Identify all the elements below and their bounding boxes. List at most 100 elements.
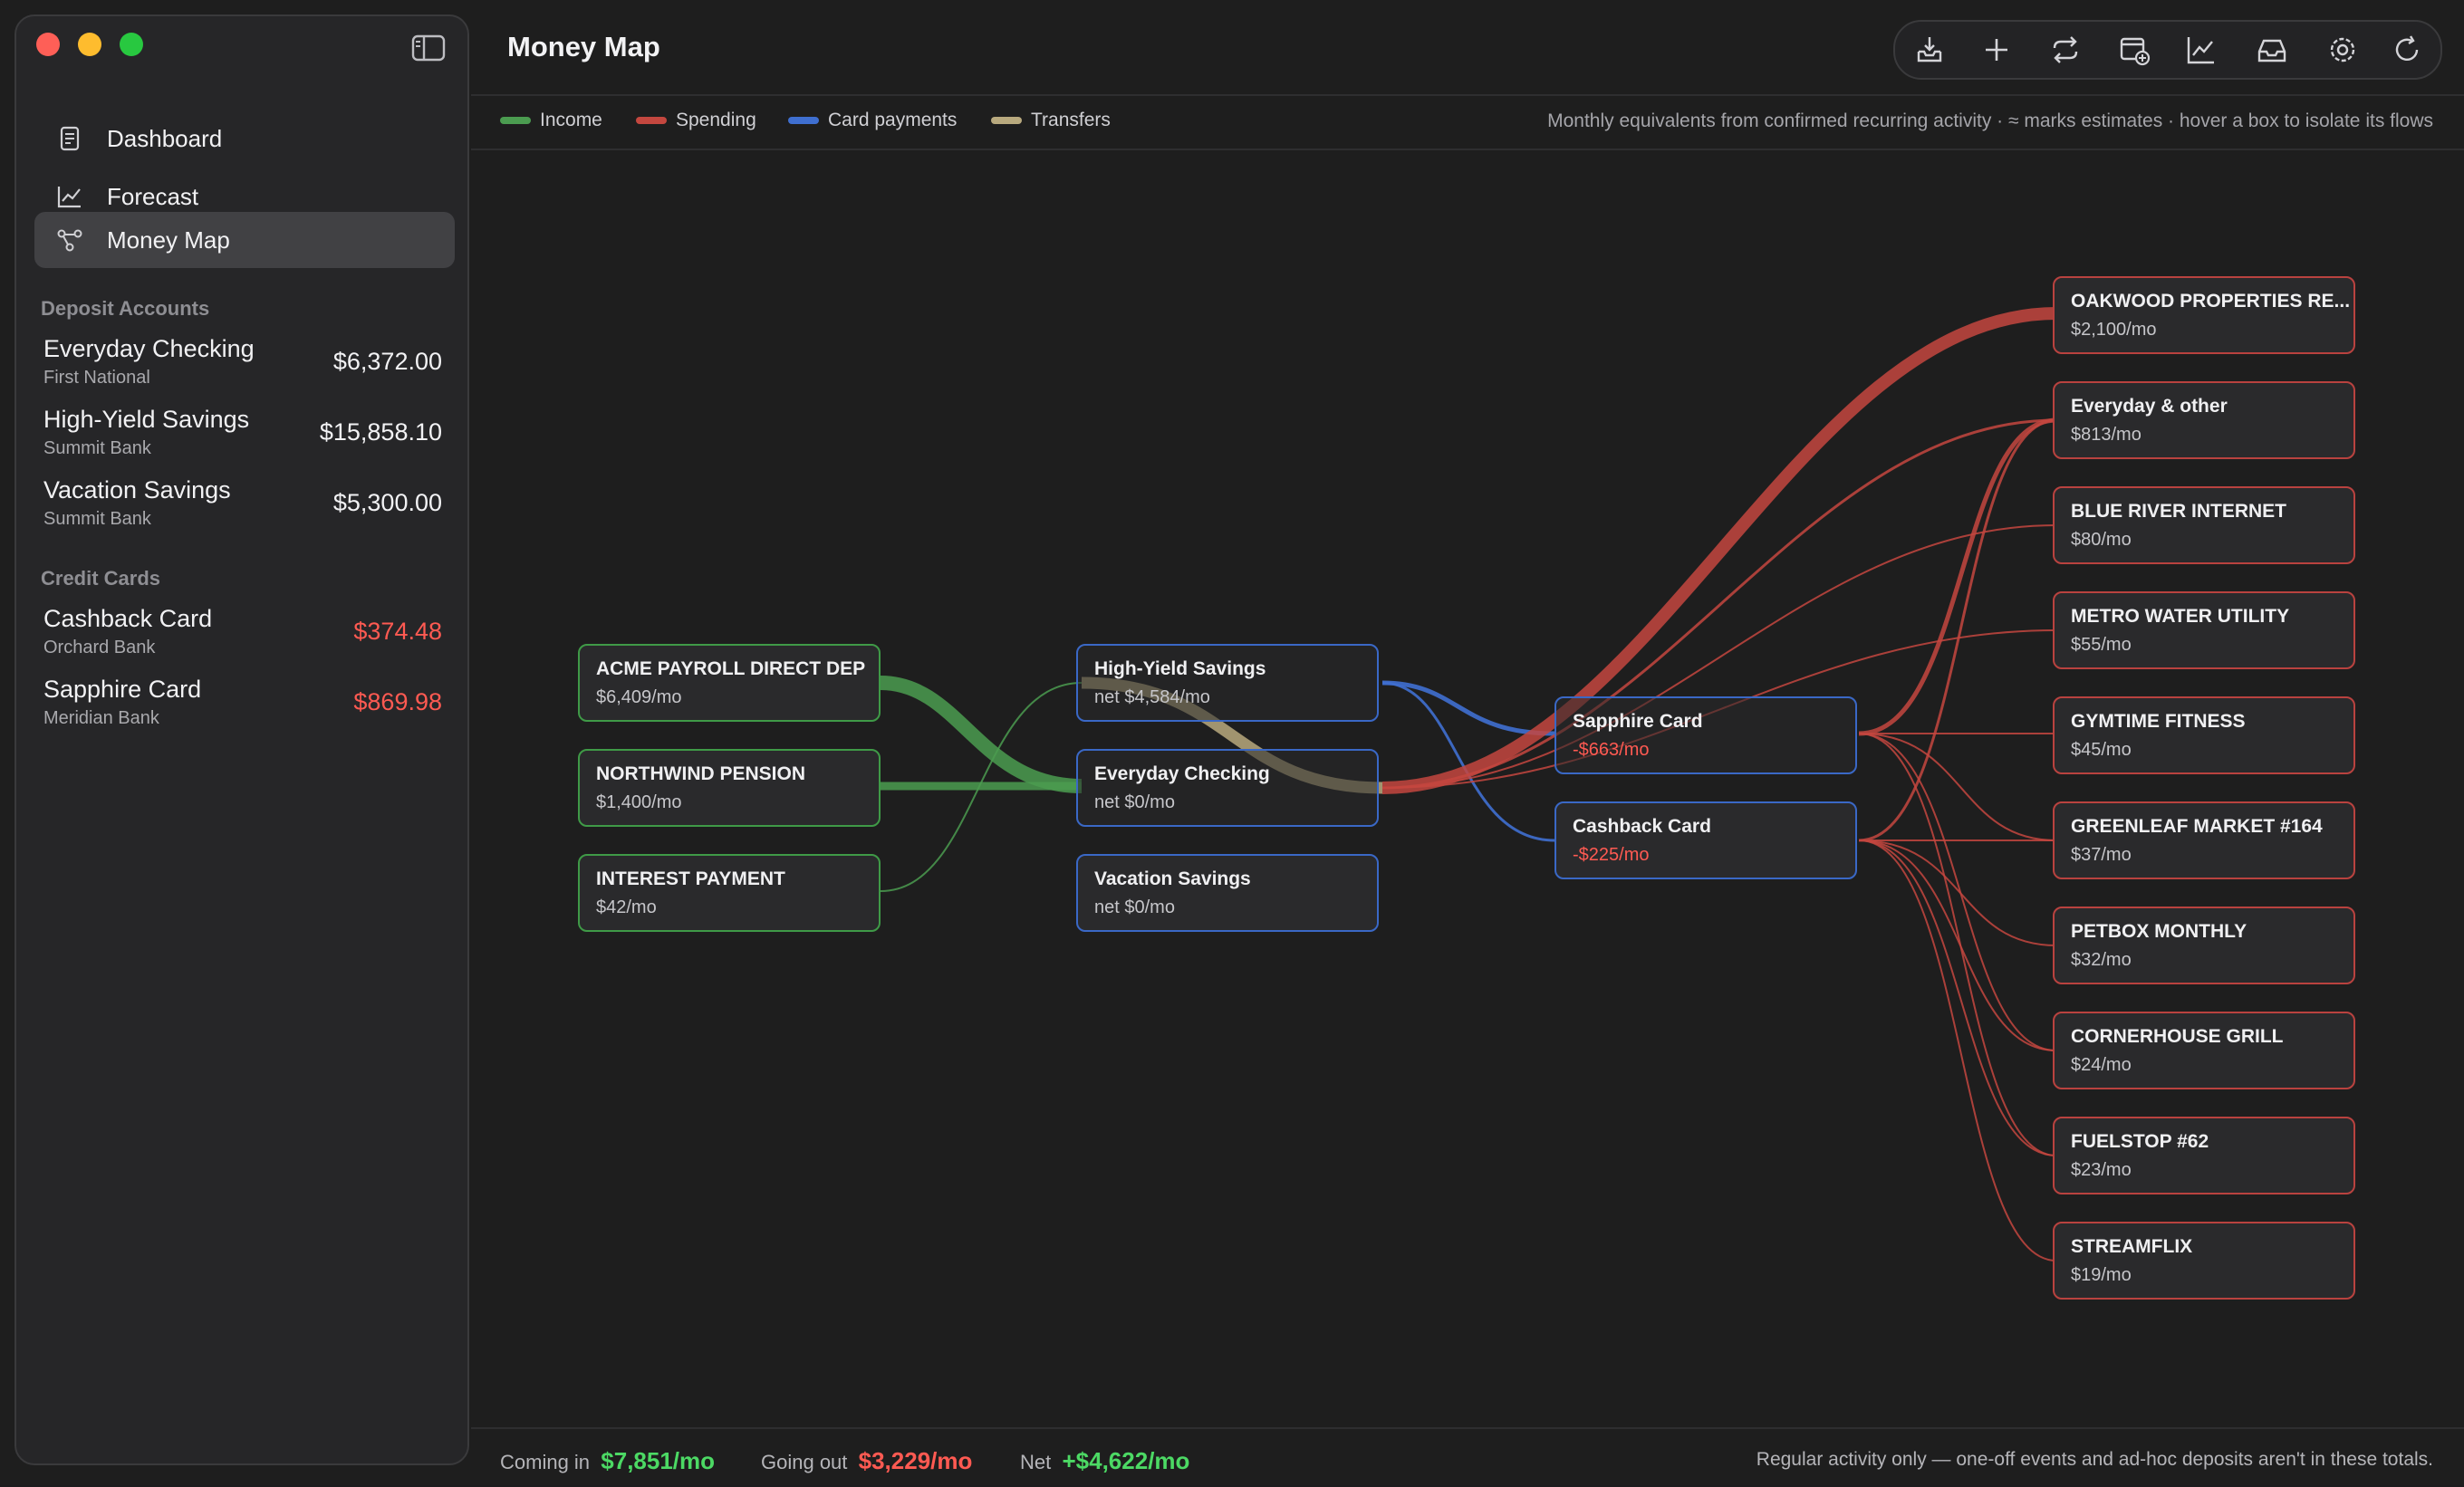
node-title: Everyday & other [2071, 396, 2228, 417]
income-node-northwind[interactable]: NORTHWIND PENSION $1,400/mo [578, 749, 881, 827]
account-sapphire-card[interactable]: Sapphire Card Meridian Bank $869.98 [43, 676, 442, 739]
node-value: $55/mo [2071, 635, 2132, 655]
account-institution: First National [43, 368, 150, 388]
node-title: STREAMFLIX [2071, 1236, 2193, 1257]
title-bar: Money Map [471, 0, 2464, 96]
flow-cashback-to-streamflix [1858, 839, 2057, 1262]
credit-cards-header: Credit Cards [41, 567, 161, 590]
node-value: net $0/mo [1094, 897, 1175, 917]
node-value: $6,409/mo [596, 687, 682, 707]
sidebar-toggle-icon[interactable] [411, 34, 446, 62]
node-value: net $0/mo [1094, 792, 1175, 812]
flow-sapphire-to-corner [1858, 733, 2057, 1051]
account-name: Vacation Savings [43, 476, 231, 504]
node-value: $80/mo [2071, 530, 2132, 550]
sidebar: Dashboard Forecast Money Map Deposit Acc… [14, 14, 469, 1465]
node-title: ACME PAYROLL DIRECT DEP [596, 658, 866, 679]
account-institution: Summit Bank [43, 509, 151, 529]
account-node-high-yield-savings[interactable]: High-Yield Savings net $4,584/mo [1076, 644, 1379, 722]
flow-sapphire-to-fuel [1858, 733, 2057, 1156]
account-node-vacation-savings[interactable]: Vacation Savings net $0/mo [1076, 854, 1379, 932]
trend-icon[interactable] [2185, 34, 2218, 66]
node-title: Everyday Checking [1094, 763, 1270, 784]
deposit-accounts-header: Deposit Accounts [41, 297, 210, 320]
node-title: OAKWOOD PROPERTIES RE... [2071, 291, 2351, 312]
node-value: $45/mo [2071, 740, 2132, 760]
legend-income: Income [500, 110, 602, 131]
income-node-acme[interactable]: ACME PAYROLL DIRECT DEP $6,409/mo [578, 644, 881, 722]
legend-transfers: Transfers [991, 110, 1111, 131]
payee-node-everyday-other[interactable]: Everyday & other $813/mo [2053, 381, 2355, 459]
node-value: -$663/mo [1573, 740, 1650, 760]
card-node-cashback[interactable]: Cashback Card -$225/mo [1554, 801, 1857, 879]
calendar-add-icon[interactable] [2118, 34, 2151, 66]
node-title: CORNERHOUSE GRILL [2071, 1026, 2284, 1047]
account-node-everyday-checking[interactable]: Everyday Checking net $0/mo [1076, 749, 1379, 827]
minimize-window-button[interactable] [78, 33, 101, 56]
totals-footer: Coming in $7,851/mo Going out $3,229/mo … [471, 1427, 2464, 1487]
account-balance: $374.48 [353, 618, 442, 645]
close-window-button[interactable] [36, 33, 60, 56]
income-node-interest[interactable]: INTEREST PAYMENT $42/mo [578, 854, 881, 932]
account-name: Sapphire Card [43, 676, 202, 703]
account-institution: Orchard Bank [43, 638, 156, 657]
account-institution: Summit Bank [43, 438, 151, 458]
node-value: $32/mo [2071, 950, 2132, 970]
sidebar-item-label: Dashboard [107, 124, 223, 152]
refresh-icon[interactable] [2392, 34, 2424, 66]
node-title: PETBOX MONTHLY [2071, 921, 2247, 942]
payee-node-petbox[interactable]: PETBOX MONTHLY $32/mo [2053, 907, 2355, 984]
flow-cashback-to-fuel [1858, 839, 2057, 1156]
payee-node-oakwood[interactable]: OAKWOOD PROPERTIES RE... $2,100/mo [2053, 276, 2355, 354]
flow-sapphire-to-greenleaf [1858, 733, 2057, 841]
sidebar-item-money-map[interactable]: Money Map [34, 212, 455, 268]
inbox-icon[interactable] [2256, 34, 2288, 66]
account-cashback-card[interactable]: Cashback Card Orchard Bank $374.48 [43, 605, 442, 668]
account-name: High-Yield Savings [43, 406, 250, 433]
node-value: $42/mo [596, 897, 657, 917]
money-map-canvas: ACME PAYROLL DIRECT DEP $6,409/mo NORTHW… [471, 150, 2464, 1427]
node-value: $813/mo [2071, 425, 2142, 445]
payee-node-gymtime[interactable]: GYMTIME FITNESS $45/mo [2053, 696, 2355, 774]
node-value: net $4,584/mo [1094, 687, 1210, 707]
node-title: BLUE RIVER INTERNET [2071, 501, 2287, 522]
node-title: Vacation Savings [1094, 868, 1251, 889]
account-vacation-savings[interactable]: Vacation Savings Summit Bank $5,300.00 [43, 476, 442, 540]
node-value: -$225/mo [1573, 845, 1650, 865]
flow-cashback-to-corner [1858, 839, 2057, 1051]
legend-bar: Income Spending Card payments Transfers … [471, 96, 2464, 150]
coming-in-total: Coming in $7,851/mo [500, 1447, 716, 1474]
account-balance: $869.98 [353, 688, 442, 715]
payee-node-streamflix[interactable]: STREAMFLIX $19/mo [2053, 1222, 2355, 1300]
zoom-window-button[interactable] [120, 33, 143, 56]
node-value: $19/mo [2071, 1265, 2132, 1285]
payee-node-cornerhouse[interactable]: CORNERHOUSE GRILL $24/mo [2053, 1012, 2355, 1089]
settings-icon[interactable] [2326, 34, 2359, 66]
account-balance: $15,858.10 [319, 418, 442, 446]
sync-icon[interactable] [2049, 34, 2082, 66]
payee-node-metro-water[interactable]: METRO WATER UTILITY $55/mo [2053, 591, 2355, 669]
page-title: Money Map [507, 31, 660, 62]
node-title: High-Yield Savings [1094, 658, 1266, 679]
chart-line-icon [56, 183, 83, 210]
add-icon[interactable] [1980, 34, 2013, 66]
account-balance: $6,372.00 [332, 348, 442, 375]
node-title: GREENLEAF MARKET #164 [2071, 816, 2323, 837]
payee-node-greenleaf[interactable]: GREENLEAF MARKET #164 $37/mo [2053, 801, 2355, 879]
legend-card-payments: Card payments [788, 110, 957, 131]
payee-node-blue-river[interactable]: BLUE RIVER INTERNET $80/mo [2053, 486, 2355, 564]
sidebar-item-label: Money Map [107, 225, 230, 254]
app-window: Dashboard Forecast Money Map Deposit Acc… [0, 0, 2464, 1485]
flow-acme-to-checking [880, 676, 1083, 793]
flow-sapphire-to-everyday [1858, 417, 2057, 736]
node-value: $37/mo [2071, 845, 2132, 865]
net-total: Net +$4,622/mo [1020, 1447, 1190, 1474]
account-high-yield-savings[interactable]: High-Yield Savings Summit Bank $15,858.1… [43, 406, 442, 469]
account-balance: $5,300.00 [332, 489, 442, 516]
account-everyday-checking[interactable]: Everyday Checking First National $6,372.… [43, 335, 442, 398]
payee-node-fuelstop[interactable]: FUELSTOP #62 $23/mo [2053, 1117, 2355, 1194]
card-node-sapphire[interactable]: Sapphire Card -$663/mo [1554, 696, 1857, 774]
import-icon[interactable] [1913, 34, 1946, 66]
legend-note: Monthly equivalents from confirmed recur… [1547, 110, 2433, 131]
sidebar-item-dashboard[interactable]: Dashboard [34, 110, 455, 167]
